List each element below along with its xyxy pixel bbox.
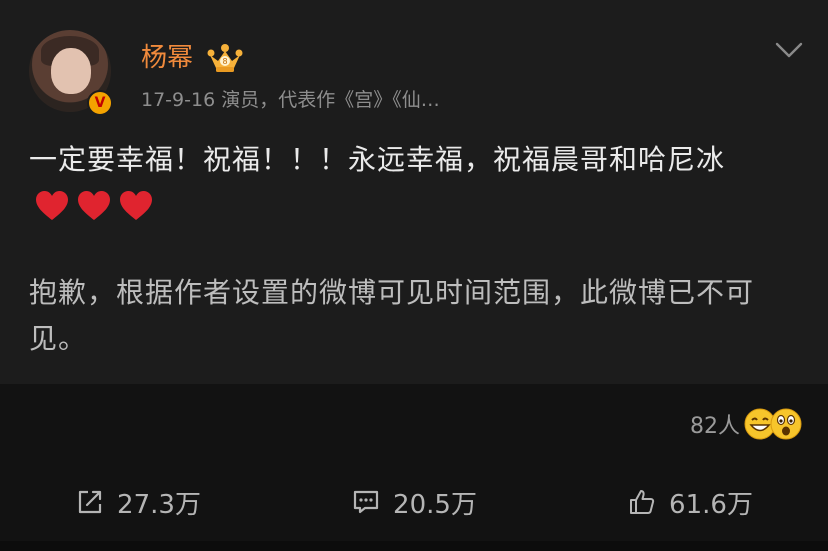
repost-button[interactable]: 27.3万 bbox=[0, 470, 276, 534]
avatar-face bbox=[51, 48, 91, 94]
repost-icon bbox=[78, 490, 102, 514]
chevron-down-icon[interactable] bbox=[775, 40, 803, 60]
surprised-face-icon bbox=[770, 408, 802, 440]
red-heart-icon bbox=[36, 191, 68, 220]
like-count: 61.6万 bbox=[669, 489, 753, 520]
red-heart-icon bbox=[120, 191, 152, 220]
post-meta: 17-9-16 演员，代表作《宫》《仙… bbox=[141, 89, 440, 111]
action-bar: 27.3万 20.5万 61.6万 bbox=[0, 470, 828, 534]
comment-icon bbox=[353, 490, 379, 514]
thumbs-up-icon bbox=[630, 490, 655, 514]
author-name[interactable]: 杨幂 bbox=[141, 38, 193, 78]
reaction-count: 82人 bbox=[690, 414, 740, 439]
bottom-divider bbox=[0, 541, 828, 551]
repost-count: 27.3万 bbox=[117, 489, 201, 520]
svg-text:8: 8 bbox=[222, 57, 227, 66]
heart-emojis bbox=[35, 183, 161, 227]
verified-badge: V bbox=[87, 90, 113, 116]
crown-icon: 8 bbox=[207, 44, 243, 72]
reactions-summary[interactable]: 82人 bbox=[690, 404, 802, 444]
post-content: 一定要幸福！祝福！！！永远幸福，祝福晨哥和哈尼冰 bbox=[29, 138, 799, 227]
post-text: 一定要幸福！祝福！！！永远幸福，祝福晨哥和哈尼冰 bbox=[29, 143, 726, 176]
comment-count: 20.5万 bbox=[393, 489, 477, 520]
like-button[interactable]: 61.6万 bbox=[552, 470, 828, 534]
unavailable-notice: 抱歉，根据作者设置的微博可见时间范围，此微博已不可见。 bbox=[29, 276, 755, 355]
weibo-post-card: V 杨幂 8 17-9-16 演员，代表作《宫》《仙… 一定要幸福！祝福！！！永… bbox=[0, 0, 828, 384]
red-heart-icon bbox=[78, 191, 110, 220]
comment-button[interactable]: 20.5万 bbox=[276, 470, 552, 534]
